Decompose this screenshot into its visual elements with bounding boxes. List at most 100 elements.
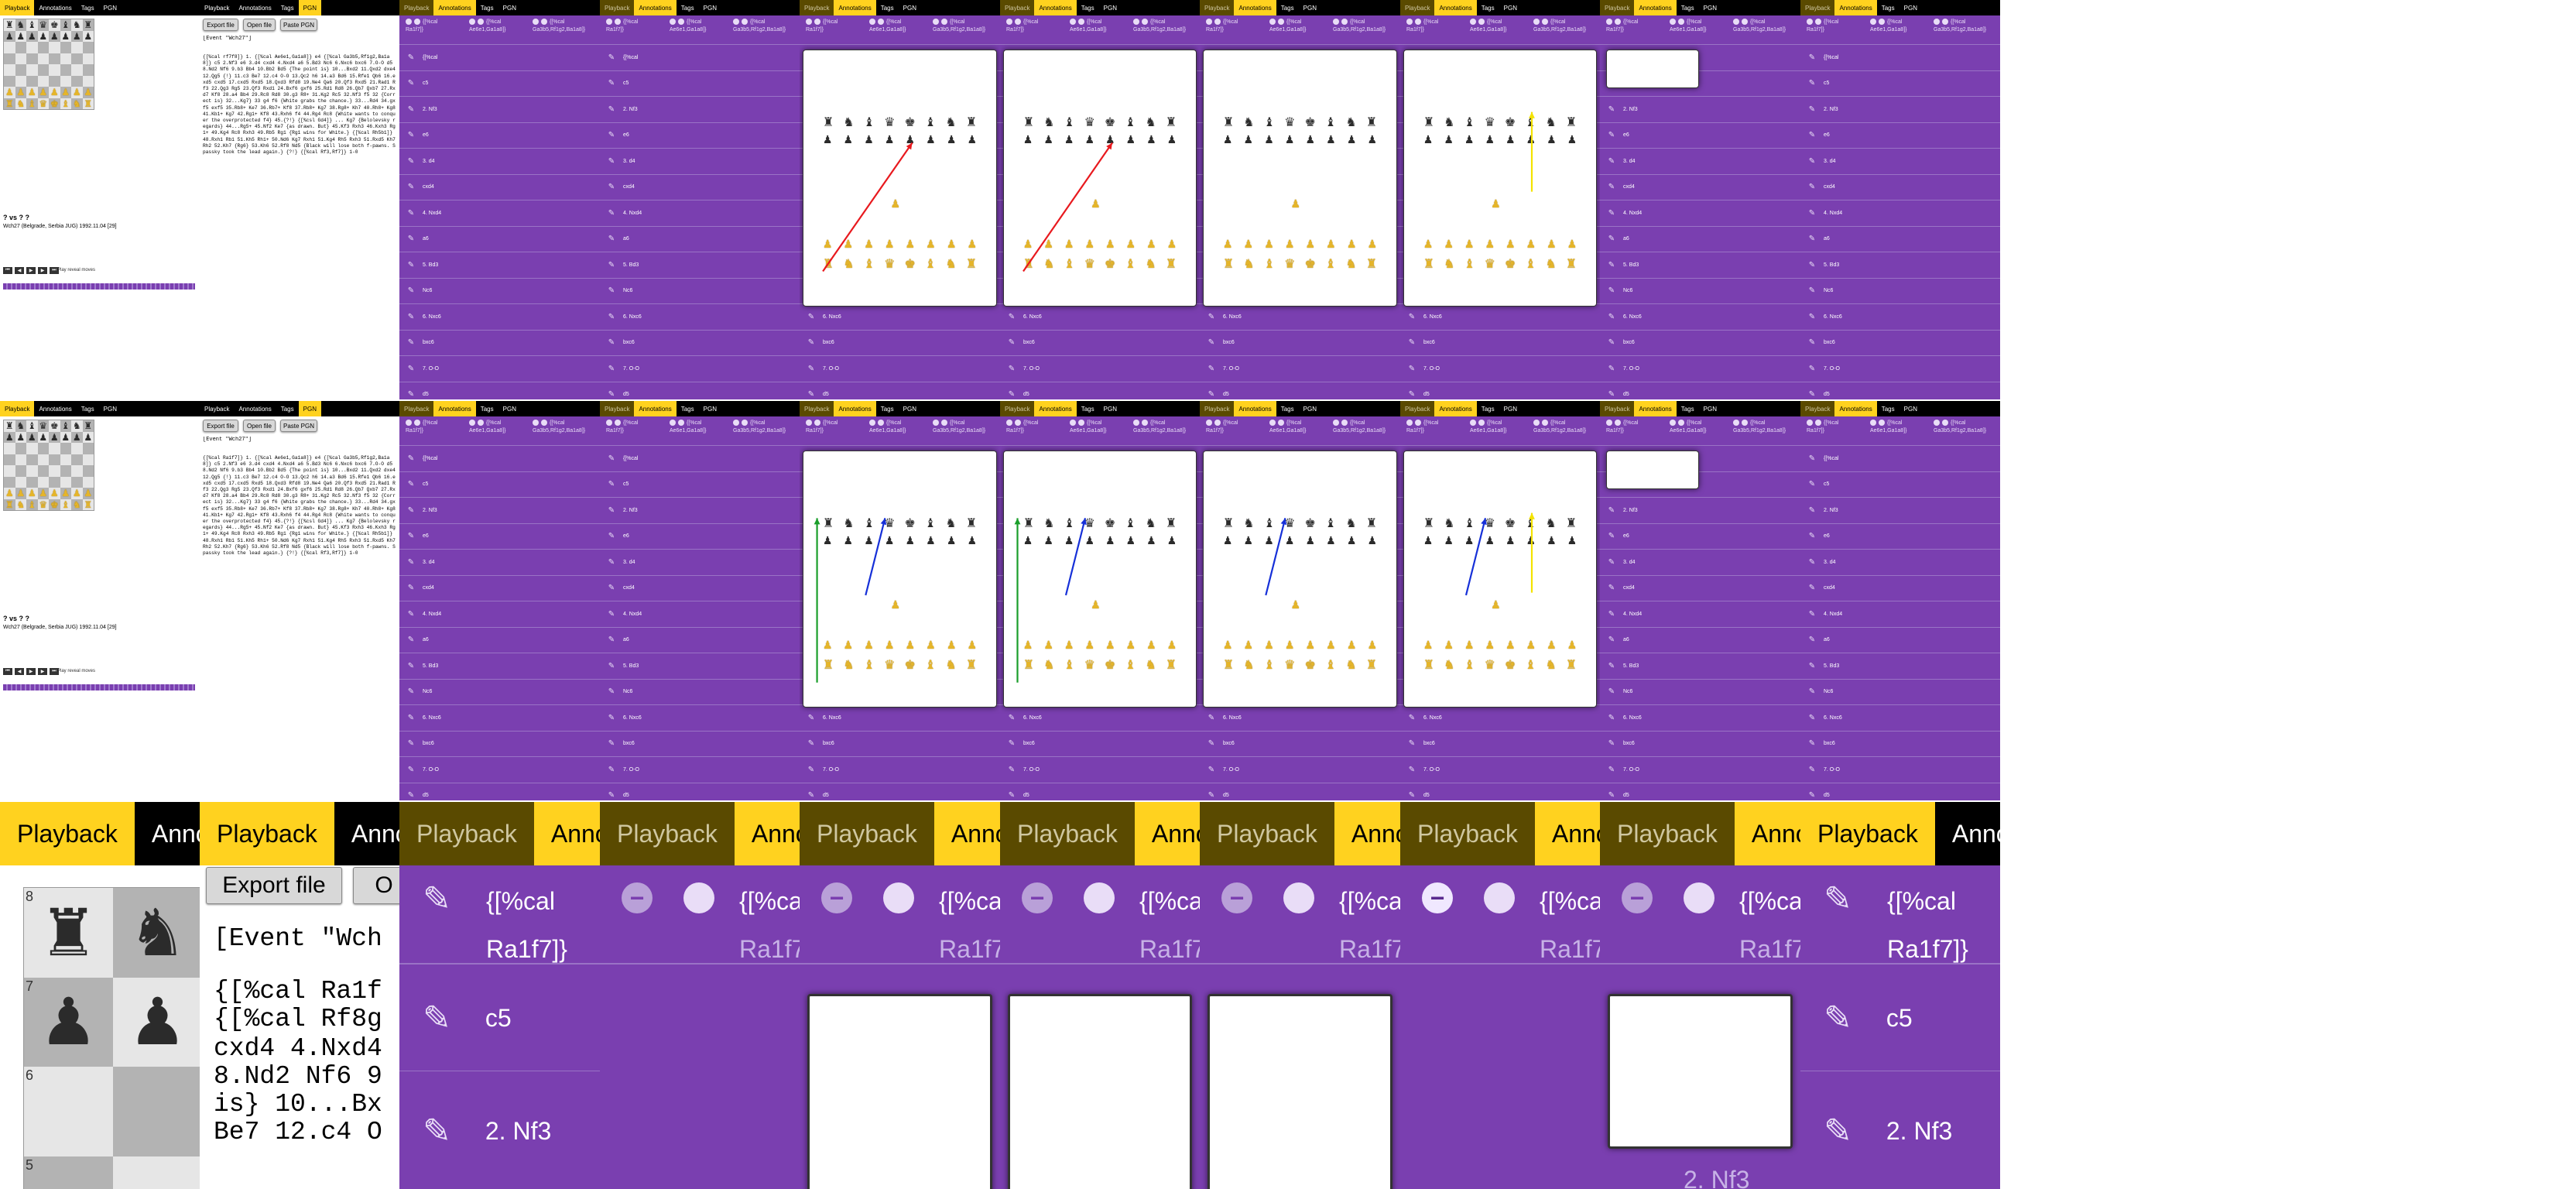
edit-icon[interactable]: ✎ [606, 791, 617, 800]
toggle-icon[interactable] [606, 19, 612, 26]
edit-icon[interactable]: ✎ [606, 261, 617, 269]
edit-icon[interactable]: ✎ [1406, 791, 1417, 800]
board-square[interactable]: ♟ [60, 30, 71, 42]
open-button[interactable]: Open file [243, 19, 276, 31]
board-square[interactable] [82, 454, 94, 465]
edit-icon[interactable]: ✎ [1807, 714, 1817, 722]
tab-tags[interactable]: Tags [1076, 401, 1099, 416]
board-square[interactable]: ♟ [82, 87, 94, 98]
edit-icon[interactable]: ✎ [406, 261, 416, 269]
board-square[interactable] [15, 465, 26, 477]
annotation-row[interactable]: ✎ bxc6 [1600, 331, 1800, 356]
tab-playback[interactable]: Playback [399, 802, 534, 865]
board-square[interactable]: ♟ [37, 87, 49, 98]
board-square[interactable] [4, 53, 15, 64]
edit-icon[interactable]: ✎ [1606, 157, 1617, 166]
board-square[interactable]: ♞ [71, 499, 83, 510]
tab-tags[interactable]: Tags [875, 401, 899, 416]
annotation-row[interactable]: − {[%cal Ra1f7]} [1600, 865, 1800, 965]
board-square[interactable]: ♜ [4, 499, 15, 510]
toggle-icon[interactable] [533, 19, 539, 26]
edit-icon[interactable]: ✎ [1807, 454, 1817, 463]
board-square[interactable]: ♟ [82, 488, 94, 499]
edit-icon[interactable]: ✎ [1807, 687, 1817, 696]
toggle-icon[interactable] [1070, 420, 1076, 427]
edit-icon[interactable]: ✎ [1406, 338, 1417, 347]
edit-icon[interactable]: ✎ [1406, 390, 1417, 399]
board-square[interactable] [37, 443, 49, 454]
edit-icon[interactable]: ✎ [606, 105, 617, 114]
annotation-row[interactable]: ✎ d5 [1000, 783, 1200, 801]
board-square[interactable] [71, 53, 83, 64]
annotation-row[interactable]: ✎ 6. Nxc6 [1200, 304, 1400, 331]
toggle-icon[interactable] [1934, 420, 1940, 427]
edit-icon[interactable]: ✎ [1606, 766, 1617, 774]
toggle-icon[interactable] [1278, 420, 1284, 427]
edit-icon[interactable]: ✎ [406, 714, 416, 722]
board-square[interactable]: ♟ [15, 431, 26, 443]
tab-pgn[interactable]: PGN [1098, 401, 1122, 416]
board-square[interactable] [82, 465, 94, 477]
annotation-row[interactable]: ✎ 2. Nf3 [1800, 498, 2000, 524]
edit-icon[interactable]: ✎ [1807, 532, 1817, 540]
annotation-row[interactable]: ✎ d5 [1000, 382, 1200, 400]
board-square[interactable] [82, 75, 94, 87]
edit-icon[interactable]: ✎ [1606, 791, 1617, 800]
board-square[interactable]: ♜ [82, 19, 94, 31]
board-square[interactable]: ♟ [71, 30, 83, 42]
board-square[interactable] [15, 476, 26, 488]
annotation-row[interactable]: ✎ 2. Nf3 [1600, 97, 1800, 123]
annotation-row[interactable]: ✎ Nc6 [399, 279, 600, 304]
board-square[interactable]: ♟ [37, 488, 49, 499]
edit-icon[interactable]: ✎ [406, 532, 416, 540]
toggle-icon[interactable] [1078, 19, 1084, 26]
board-square[interactable] [71, 443, 83, 454]
edit-icon[interactable]: ✎ [606, 506, 617, 515]
annotation-row[interactable]: ✎ 7. O-O [1200, 356, 1400, 382]
export-button[interactable]: Export file [203, 19, 238, 31]
annotation-row[interactable]: ✎ e6 [399, 524, 600, 550]
tab-playback[interactable]: Playback [1400, 401, 1435, 416]
annotation-row[interactable]: ✎ Nc6 [600, 279, 800, 304]
board-square[interactable] [113, 1067, 200, 1156]
tab-playback[interactable]: Playback [1200, 0, 1235, 15]
board-square[interactable] [60, 53, 71, 64]
edit-icon[interactable]: ✎ [1206, 313, 1217, 321]
edit-icon[interactable]: ✎ [1606, 390, 1617, 399]
board-square[interactable]: ♛ [37, 19, 49, 31]
board-square[interactable]: 7 ♟ [24, 977, 113, 1067]
toggle-icon[interactable] [478, 420, 484, 427]
annotation-row[interactable]: ✎ bxc6 [1200, 732, 1400, 757]
chess-board[interactable]: ♜ ♞ ♝ ♛ ♚ ♝ ♞ ♜ ♟ ♟ ♟ ♟ ♟ ♟ ♟ ♟ ♟ ♟ ♟ ♟ ♟ ♟ ♟ ♟ ♜ ♞ ♝ ♛ ♚ ♝ ♞ ♜ [3, 19, 94, 110]
toggle-icon[interactable] [1807, 19, 1813, 26]
annotation-row[interactable]: ✎ 6. Nxc6 [800, 304, 1000, 331]
tab-playback[interactable]: Playback [399, 401, 434, 416]
toggle-icon[interactable] [1615, 19, 1621, 26]
toggle-icon[interactable] [1678, 420, 1684, 427]
edit-icon[interactable]: ✎ [806, 739, 817, 748]
toggle-icon[interactable] [1870, 19, 1876, 26]
annotation-row[interactable]: ✎ 5. Bd3 [1800, 653, 2000, 680]
board-square[interactable] [15, 53, 26, 64]
tab-playback[interactable]: Playback [0, 401, 35, 416]
toggle-icon[interactable] [541, 19, 547, 26]
board-square[interactable] [37, 53, 49, 64]
board-square[interactable]: ♝ [26, 19, 38, 31]
annotation-row[interactable]: ✎ 7. O-O [1800, 356, 2000, 382]
annotation-row[interactable]: ✎ bxc6 [1400, 331, 1600, 356]
toggle-icon[interactable] [414, 420, 420, 427]
board-square[interactable] [60, 75, 71, 87]
edit-icon[interactable]: ✎ [606, 558, 617, 567]
edit-icon[interactable]: ✎ [1606, 209, 1617, 218]
annotation-row[interactable]: ✎ cxd4 [1800, 175, 2000, 200]
toggle-icon[interactable] [1269, 19, 1276, 26]
tab-pgn[interactable]: PGN [1499, 0, 1522, 15]
tab-playback[interactable]: Playback [1600, 401, 1635, 416]
toggle-icon[interactable] [878, 420, 884, 427]
edit-icon[interactable]: ✎ [606, 157, 617, 166]
toggle-icon[interactable] [1406, 19, 1413, 26]
edit-icon[interactable]: ✎ [423, 999, 451, 1038]
annotation-row[interactable]: ✎ a6 [1800, 628, 2000, 653]
toggle-icon[interactable] [406, 19, 412, 26]
toggle-icon[interactable] [1133, 420, 1139, 427]
